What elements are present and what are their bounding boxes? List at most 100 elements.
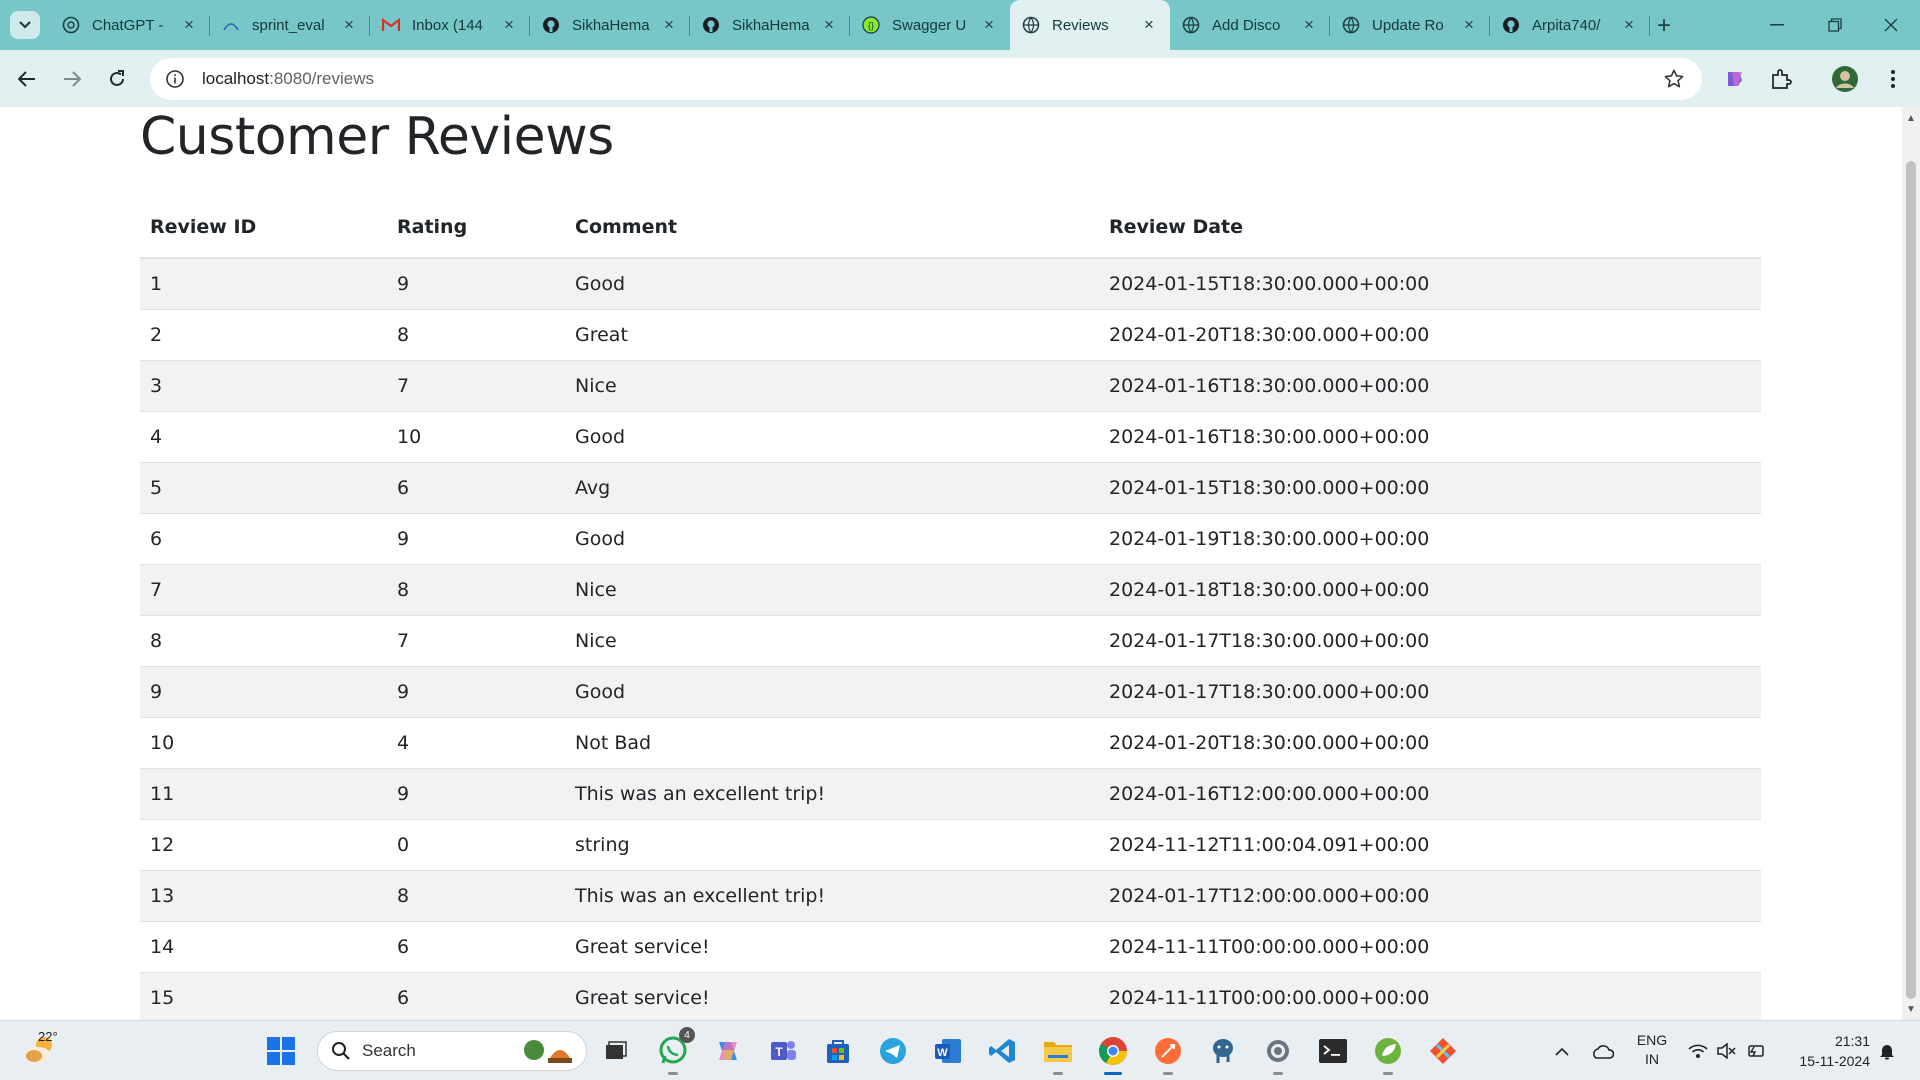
- comment-cell: Avg: [565, 462, 1099, 514]
- forward-button[interactable]: [55, 62, 89, 96]
- start-button[interactable]: [266, 1036, 296, 1066]
- task-view-icon[interactable]: [595, 1031, 635, 1071]
- column-header-review-id: Review ID: [140, 197, 387, 259]
- telegram-icon[interactable]: [873, 1031, 913, 1071]
- tab-title: ChatGPT -: [92, 16, 164, 34]
- taskbar-search-box[interactable]: Search: [317, 1031, 587, 1071]
- battery-charging-icon[interactable]: [1742, 1021, 1768, 1080]
- browser-tab[interactable]: SikhaHema ×: [690, 0, 850, 50]
- minimize-icon: [1770, 24, 1784, 26]
- browser-menu-icon[interactable]: [1876, 62, 1910, 96]
- chrome-icon[interactable]: [1093, 1031, 1133, 1075]
- browser-tab[interactable]: Reviews ×: [1010, 0, 1170, 50]
- comment-cell: Nice: [565, 360, 1099, 412]
- extensions-icon[interactable]: [1764, 62, 1798, 96]
- settings-icon[interactable]: [1258, 1031, 1298, 1075]
- tab-search-button[interactable]: [10, 11, 40, 39]
- new-tab-button[interactable]: +: [1650, 12, 1678, 40]
- page-scrollbar[interactable]: ▲ ▼: [1902, 107, 1920, 1020]
- tab-close-icon[interactable]: ×: [1300, 15, 1318, 34]
- table-row: 8 7 Nice 2024-01-17T18:30:00.000+00:00: [140, 615, 1761, 667]
- whatsapp-icon[interactable]: 4: [653, 1027, 695, 1075]
- comment-cell: string: [565, 819, 1099, 871]
- clock-date: 15-11-2024: [1799, 1053, 1870, 1069]
- review-date-cell: 2024-01-16T18:30:00.000+00:00: [1099, 411, 1761, 463]
- tab-close-icon[interactable]: ×: [180, 15, 198, 34]
- browser-tab[interactable]: Inbox (144 ×: [370, 0, 530, 50]
- postgres-icon[interactable]: [1203, 1031, 1243, 1071]
- page-title: Customer Reviews: [140, 107, 614, 167]
- table-row: 10 4 Not Bad 2024-01-20T18:30:00.000+00:00: [140, 717, 1761, 769]
- reload-button[interactable]: [100, 62, 134, 96]
- rating-cell: 0: [387, 819, 565, 871]
- rating-cell: 4: [387, 717, 565, 769]
- tab-close-icon[interactable]: ×: [1460, 15, 1478, 34]
- restore-button[interactable]: [1806, 0, 1864, 50]
- whatsapp-unread-badge: 4: [679, 1027, 695, 1043]
- scroll-up-arrow-icon[interactable]: ▲: [1902, 109, 1920, 127]
- copilot-icon[interactable]: [708, 1031, 748, 1071]
- review-date-cell: 2024-01-19T18:30:00.000+00:00: [1099, 513, 1761, 565]
- spring-tool-icon[interactable]: [1368, 1031, 1408, 1075]
- terminal-icon[interactable]: [1313, 1031, 1353, 1071]
- review-date-cell: 2024-01-17T18:30:00.000+00:00: [1099, 615, 1761, 667]
- volume-muted-icon[interactable]: [1713, 1021, 1739, 1080]
- tab-close-icon[interactable]: ×: [1140, 15, 1158, 34]
- back-button[interactable]: [10, 62, 44, 96]
- browser-tab[interactable]: {} Swagger U ×: [850, 0, 1010, 50]
- notification-bell-icon[interactable]: [1872, 1021, 1902, 1080]
- vscode-icon[interactable]: [983, 1031, 1023, 1071]
- teams-icon[interactable]: T: [763, 1031, 803, 1071]
- address-bar[interactable]: localhost:8080/reviews: [150, 58, 1702, 100]
- git-icon[interactable]: [1423, 1031, 1463, 1071]
- postman-icon[interactable]: [1148, 1031, 1188, 1075]
- table-row: 6 9 Good 2024-01-19T18:30:00.000+00:00: [140, 513, 1761, 565]
- review-id-cell: 4: [140, 411, 387, 463]
- browser-tab[interactable]: ChatGPT - ×: [50, 0, 210, 50]
- close-window-button[interactable]: [1862, 0, 1920, 50]
- bookmark-star-icon[interactable]: [1662, 67, 1686, 91]
- tab-close-icon[interactable]: ×: [340, 15, 358, 34]
- browser-tab[interactable]: sprint_eval ×: [210, 0, 370, 50]
- microsoft-store-icon[interactable]: [818, 1031, 858, 1071]
- rating-cell: 6: [387, 972, 565, 1020]
- browser-tab[interactable]: Arpita740/ ×: [1490, 0, 1650, 50]
- review-id-cell: 12: [140, 819, 387, 871]
- tab-title: SikhaHema: [572, 16, 650, 34]
- globe-icon: [1342, 16, 1360, 34]
- profile-avatar[interactable]: [1828, 62, 1862, 96]
- system-clock[interactable]: 21:31 15-11-2024: [1780, 1031, 1870, 1071]
- browser-tab[interactable]: SikhaHema ×: [530, 0, 690, 50]
- onedrive-cloud-icon[interactable]: [1587, 1021, 1617, 1080]
- tab-close-icon[interactable]: ×: [500, 15, 518, 34]
- word-icon[interactable]: W: [928, 1031, 968, 1071]
- tab-close-icon[interactable]: ×: [980, 15, 998, 34]
- sprint-icon: [222, 16, 240, 34]
- scrollbar-thumb[interactable]: [1906, 161, 1916, 999]
- search-icon: [324, 1034, 358, 1068]
- review-date-cell: 2024-01-15T18:30:00.000+00:00: [1099, 462, 1761, 514]
- review-date-cell: 2024-01-16T18:30:00.000+00:00: [1099, 360, 1761, 412]
- url-host: localhost: [202, 69, 270, 88]
- tab-close-icon[interactable]: ×: [1620, 15, 1638, 34]
- globe-icon: [1022, 16, 1040, 34]
- browser-tab[interactable]: Add Disco ×: [1170, 0, 1330, 50]
- wifi-icon[interactable]: [1685, 1021, 1711, 1080]
- file-explorer-icon[interactable]: [1038, 1031, 1078, 1075]
- column-header-rating: Rating: [387, 197, 565, 259]
- site-info-icon[interactable]: [154, 58, 196, 100]
- tab-close-icon[interactable]: ×: [660, 15, 678, 34]
- reload-icon: [110, 70, 124, 86]
- minimize-button[interactable]: [1748, 0, 1806, 50]
- weather-widget[interactable]: 22°: [22, 1029, 66, 1073]
- tab-close-icon[interactable]: ×: [820, 15, 838, 34]
- show-hidden-icons-chevron-icon[interactable]: [1548, 1021, 1576, 1080]
- scroll-down-arrow-icon[interactable]: ▼: [1902, 1000, 1920, 1018]
- rating-cell: 9: [387, 768, 565, 820]
- copilot-extension-icon[interactable]: [1718, 62, 1752, 96]
- browser-tab[interactable]: Update Ro ×: [1330, 0, 1490, 50]
- chevron-down-icon: [19, 21, 31, 29]
- table-row: 14 6 Great service! 2024-11-11T00:00:00.000…: [140, 921, 1761, 973]
- running-indicator: [1163, 1072, 1173, 1075]
- input-language-indicator[interactable]: ENG IN: [1630, 1031, 1674, 1069]
